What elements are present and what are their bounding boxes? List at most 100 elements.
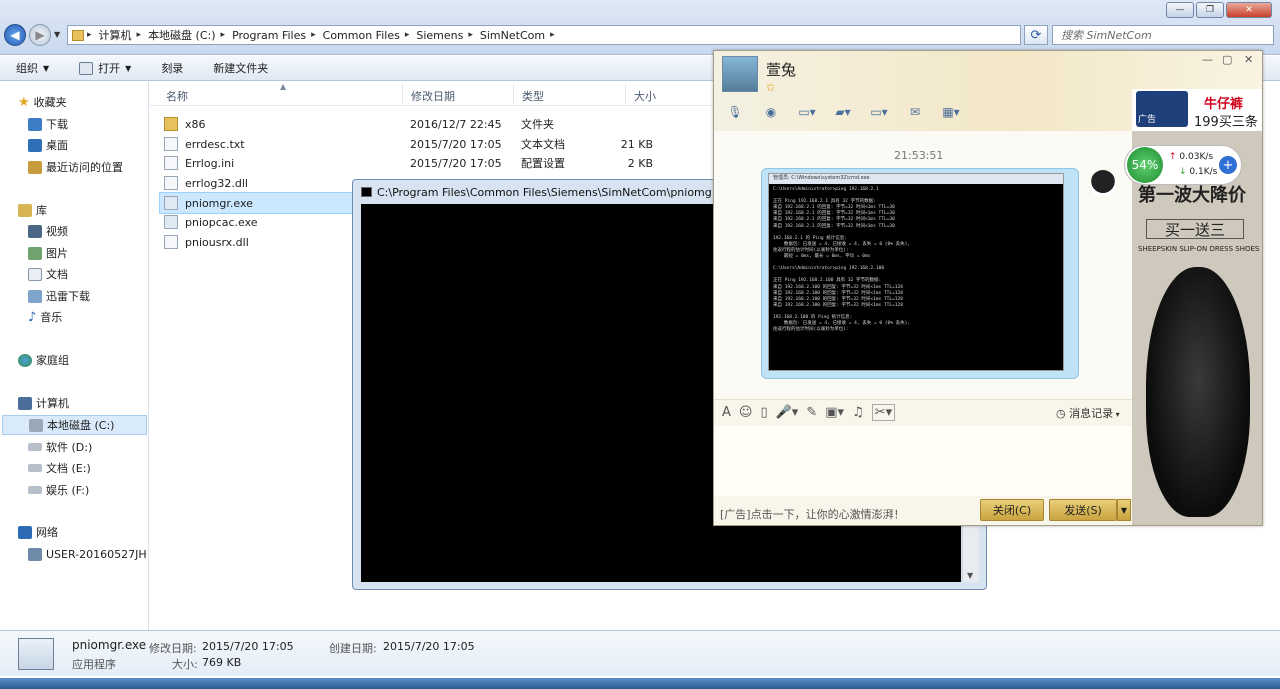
nav-drive-d[interactable]: 软件 (D:)	[28, 437, 92, 457]
screen-share-icon[interactable]: ▭▾	[864, 101, 894, 123]
nav-recent[interactable]: 最近访问的位置	[28, 157, 123, 177]
qq-chat-window[interactable]: 萱兔 ✩ — ▢ ✕ 🎙 ◉ ▭▾ ▰▾ ▭▾ ✉ ▦▾ 21:53:51 管理…	[713, 50, 1263, 526]
star-icon: ★	[18, 94, 30, 110]
column-type[interactable]: 类型	[522, 88, 544, 104]
compose-input[interactable]	[714, 426, 1132, 496]
recent-pages-dropdown-icon[interactable]: ▼	[54, 30, 64, 40]
nav-label: 收藏夹	[33, 96, 67, 109]
remote-desktop-icon[interactable]: ▭▾	[792, 101, 822, 123]
breadcrumb-item[interactable]: 计算机	[94, 27, 137, 43]
ad-banner-top[interactable]: 广告 牛仔裤 199买三条	[1132, 89, 1262, 131]
nav-network[interactable]: 网络	[18, 522, 58, 542]
search-input[interactable]: 搜索 SimNetCom	[1052, 25, 1274, 45]
ad-link[interactable]: [广告]点击一下，让你的心激情澎湃！	[720, 506, 905, 522]
speed-percent: 54%	[1127, 147, 1163, 183]
burn-label: 刻录	[161, 62, 184, 75]
taskbar[interactable]	[0, 678, 1280, 689]
send-file-icon[interactable]: ▰▾	[828, 101, 858, 123]
plus-icon[interactable]: +	[1219, 156, 1237, 174]
file-row[interactable]: x86 2016/12/7 22:45 文件夹	[164, 114, 724, 134]
send-button[interactable]: 发送(S)	[1049, 499, 1117, 521]
file-row[interactable]: Errlog.ini 2015/7/20 17:05 配置设置 2 KB	[164, 153, 724, 173]
refresh-icon[interactable]: ⟳	[1024, 25, 1048, 45]
scissors-icon[interactable]: ✂▾	[871, 404, 896, 421]
avatar[interactable]	[722, 56, 758, 92]
column-name[interactable]: 名称	[166, 88, 188, 104]
open-button[interactable]: 打开 ▼	[63, 60, 145, 76]
application-icon	[79, 61, 94, 75]
minimize-button[interactable]: —	[1202, 53, 1213, 66]
folder-icon	[164, 117, 178, 131]
nav-favorites[interactable]: ★ 收藏夹	[18, 92, 67, 112]
nav-pictures[interactable]: 图片	[28, 243, 68, 263]
burn-button[interactable]: 刻录	[145, 60, 197, 76]
history-label: 消息记录	[1069, 407, 1114, 420]
nav-documents[interactable]: 文档	[28, 264, 68, 284]
screenshot-image[interactable]: 管理员: C:\Windows\system32\cmd.exe C:\User…	[768, 173, 1064, 371]
nav-drive-e[interactable]: 文档 (E:)	[28, 458, 91, 478]
minimize-button[interactable]: —	[1166, 2, 1194, 18]
folder-icon	[72, 29, 84, 41]
nav-music[interactable]: ♪ 音乐	[28, 307, 62, 327]
image-icon[interactable]: ▣▾	[825, 405, 844, 420]
new-folder-button[interactable]: 新建文件夹	[197, 60, 282, 76]
close-chat-button[interactable]: 关闭(C)	[980, 499, 1044, 521]
organize-button[interactable]: 组织 ▼	[0, 60, 63, 76]
details-pane: pniomgr.exe 应用程序 修改日期: 2015/7/20 17:05 大…	[0, 630, 1280, 676]
edit-icon[interactable]: ✎	[806, 405, 817, 420]
nav-videos[interactable]: 视频	[28, 221, 68, 241]
details-modified: 2015/7/20 17:05	[202, 640, 294, 653]
forward-arrow-icon[interactable]: ▶	[29, 24, 51, 46]
chevron-right-icon[interactable]: ▸	[550, 30, 557, 40]
chat-add-icon[interactable]: ✉	[900, 101, 930, 123]
apps-grid-icon[interactable]: ▦▾	[936, 101, 966, 123]
column-size[interactable]: 大小	[634, 88, 656, 104]
emoji-icon[interactable]: ☺	[739, 405, 753, 420]
nav-libraries[interactable]: 库	[18, 200, 47, 220]
video-call-icon[interactable]: ◉	[756, 101, 786, 123]
breadcrumb-item[interactable]: Common Files	[318, 29, 405, 42]
maximize-button[interactable]: ▢	[1222, 53, 1232, 66]
contact-name[interactable]: 萱兔	[766, 59, 796, 80]
close-button[interactable]: ✕	[1244, 53, 1253, 66]
chevron-down-icon[interactable]: ▼	[1117, 499, 1131, 521]
nav-pc[interactable]: USER-20160527JH	[28, 544, 147, 564]
column-divider[interactable]	[513, 84, 514, 104]
back-arrow-icon[interactable]: ◀	[4, 24, 26, 46]
ad-subtitle: 199买三条	[1194, 115, 1258, 130]
nav-homegroup[interactable]: 家庭组	[18, 350, 69, 370]
nav-drive-f[interactable]: 娱乐 (F:)	[28, 480, 89, 500]
network-speed-widget[interactable]: 54% ↑ 0.03K/s ↓ 0.1K/s +	[1124, 145, 1242, 185]
computer-icon	[28, 547, 42, 561]
file-row[interactable]: errdesc.txt 2015/7/20 17:05 文本文档 21 KB	[164, 134, 724, 154]
message-bubble[interactable]: 管理员: C:\Windows\system32\cmd.exe C:\User…	[761, 168, 1079, 379]
nav-label: 计算机	[36, 397, 69, 410]
breadcrumb-item[interactable]: SimNetCom	[475, 29, 550, 42]
font-icon[interactable]: A	[722, 405, 731, 420]
microphone-icon[interactable]: 🎙	[720, 101, 750, 123]
nav-computer[interactable]: 计算机	[18, 393, 69, 413]
nav-desktop[interactable]: 桌面	[28, 135, 68, 155]
maximize-button[interactable]: ❐	[1196, 2, 1224, 18]
nav-thunder[interactable]: 迅雷下载	[28, 286, 90, 306]
nav-downloads[interactable]: 下载	[28, 114, 68, 134]
close-button[interactable]: ✕	[1226, 2, 1272, 18]
ad-title: 牛仔裤	[1204, 97, 1244, 112]
column-date[interactable]: 修改日期	[411, 88, 455, 104]
library-icon	[18, 203, 32, 217]
shake-icon[interactable]: ▯	[760, 405, 767, 420]
ad-panel[interactable]: 第一波大降价 买一送三 SHEEPSKIN SLIP-ON DRESS SHOE…	[1132, 131, 1262, 525]
message-area[interactable]: 21:53:51 管理员: C:\Windows\system32\cmd.ex…	[714, 131, 1132, 399]
breadcrumb-item[interactable]: 本地磁盘 (C:)	[143, 27, 220, 43]
scroll-down-icon[interactable]: ▼	[967, 571, 973, 580]
column-divider[interactable]	[625, 84, 626, 104]
column-divider[interactable]	[402, 84, 403, 104]
address-bar[interactable]: ▸ 计算机 ▸ 本地磁盘 (C:) ▸ Program Files ▸ Comm…	[67, 25, 1021, 45]
music-icon[interactable]: ♫	[852, 405, 864, 420]
voice-icon[interactable]: 🎤▾	[776, 405, 799, 420]
breadcrumb-item[interactable]: Program Files	[227, 29, 311, 42]
nav-drive-c[interactable]: 本地磁盘 (C:)	[2, 415, 147, 435]
file-row-selected[interactable]: pniomgr.exe	[159, 192, 355, 214]
history-button[interactable]: ◷ 消息记录 ▾	[1056, 405, 1120, 421]
breadcrumb-item[interactable]: Siemens	[411, 29, 468, 42]
